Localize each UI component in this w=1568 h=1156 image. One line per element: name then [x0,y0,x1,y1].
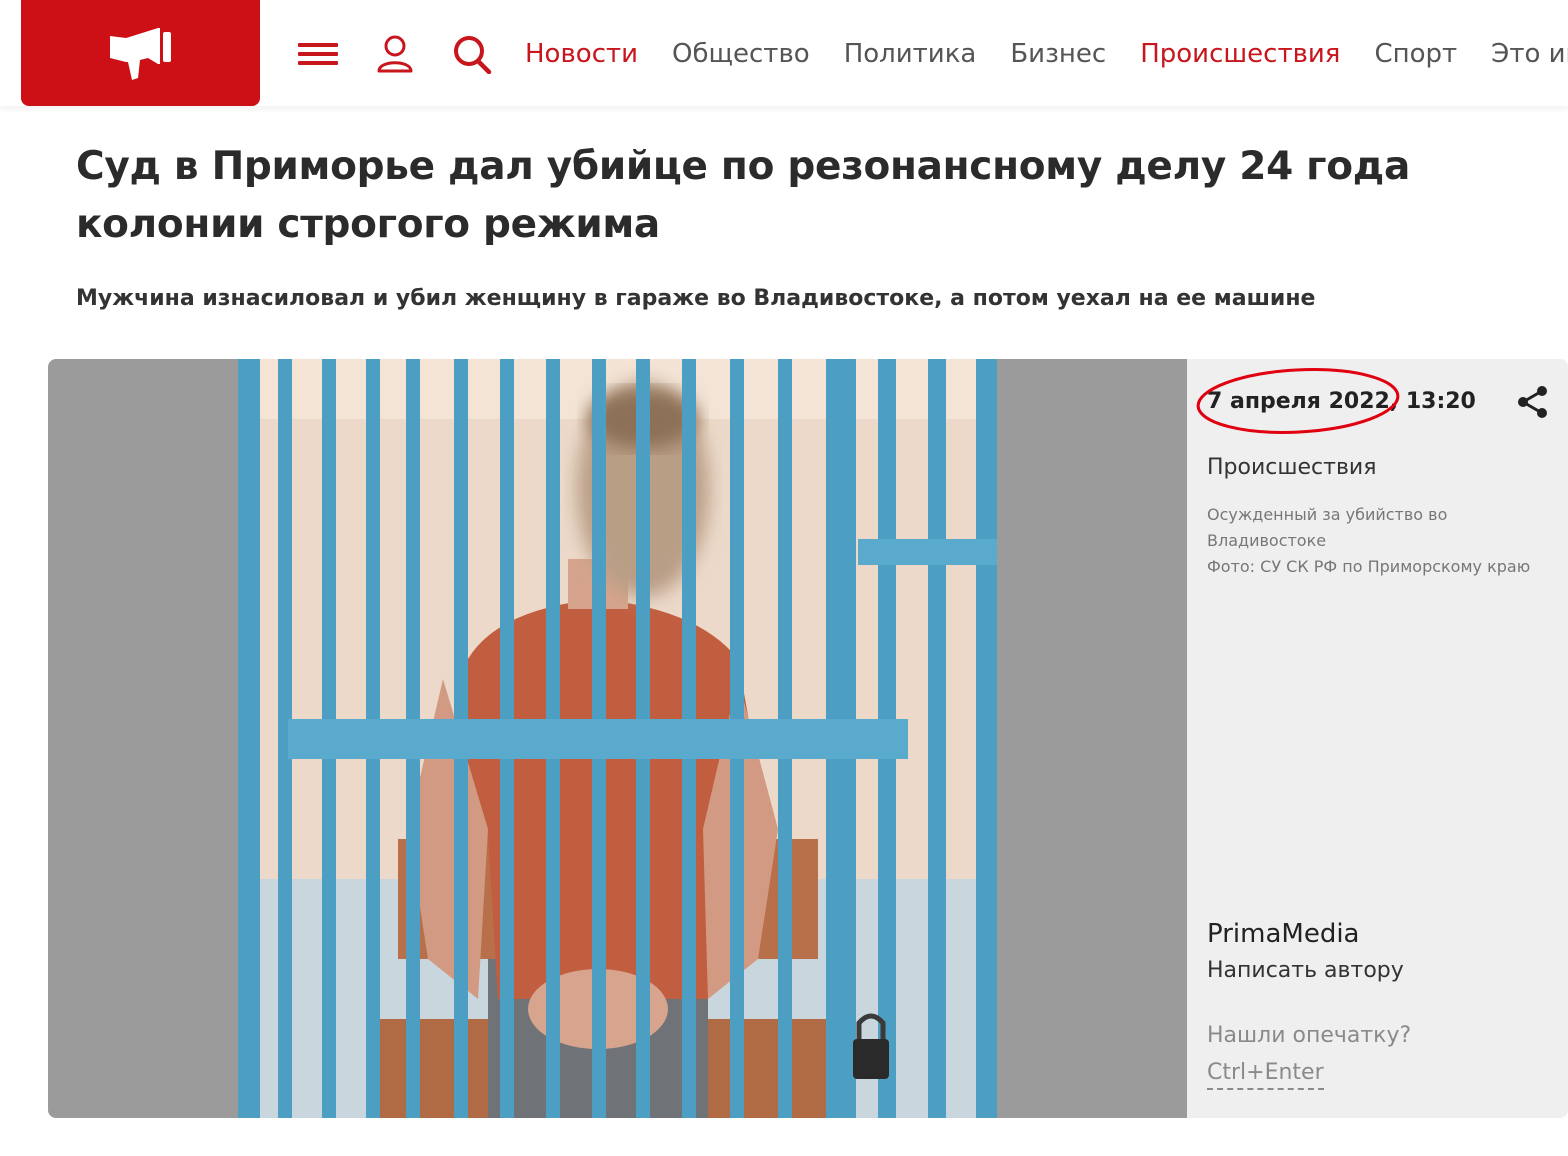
article-photo-frame [48,359,1187,1118]
rubric-link[interactable]: Происшествия [1207,453,1376,483]
menu-icon[interactable] [298,34,338,74]
red-circle-annotation [1196,368,1400,434]
site-logo[interactable] [21,0,260,106]
nav-item-society[interactable]: Общество [672,36,810,72]
photo-caption: Осужденный за убийство во Владивостоке Ф… [1207,502,1547,580]
main-nav: Новости Общество Политика Бизнес Происшестви… [525,36,1568,72]
article-title: Суд в Приморье дал убийце по резонансном… [76,144,1410,247]
article-lead: Мужчина изнасиловал и убил женщину в гар… [76,286,1316,311]
article-meta-sidebar: 7 апреля 2022, 13:20 Происшествия Осужде… [1187,359,1568,1118]
megaphone-logo-icon [109,28,171,80]
typo-hotkey: Ctrl+Enter [1207,1058,1324,1090]
nav-item-interesting[interactable]: Это инт [1491,36,1568,72]
site-header: Новости Общество Политика Бизнес Происшестви… [0,0,1568,106]
article-photo[interactable] [238,359,997,1118]
photo-credit: Фото: СУ СК РФ по Приморскому краю [1207,557,1531,576]
nav-item-news[interactable]: Новости [525,36,638,72]
user-icon[interactable] [375,34,415,74]
caption-text: Осужденный за убийство во Владивостоке [1207,505,1448,550]
typo-question: Нашли опечатку? [1207,1023,1412,1048]
share-icon[interactable] [1515,384,1551,420]
nav-item-business[interactable]: Бизнес [1010,36,1106,72]
search-icon[interactable] [452,34,492,75]
author-name[interactable]: PrimaMedia [1207,917,1359,951]
write-author-link[interactable]: Написать автору [1207,956,1404,986]
cage-photo-illustration [238,359,997,1118]
nav-item-politics[interactable]: Политика [844,36,977,72]
nav-item-sport[interactable]: Спорт [1374,36,1457,72]
nav-item-incidents[interactable]: Происшествия [1140,36,1340,72]
